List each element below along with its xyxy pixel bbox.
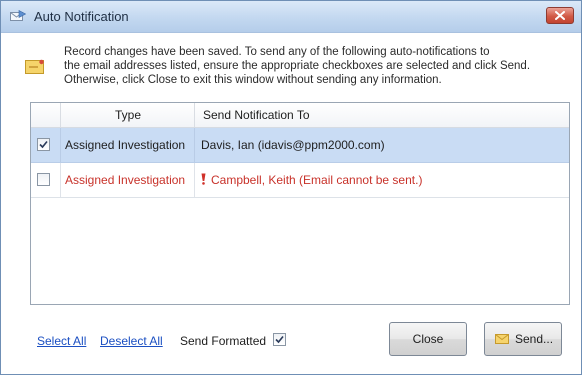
send-formatted-checkbox[interactable]: [273, 333, 286, 346]
row-recipient-cell: Campbell, Keith (Email cannot be sent.): [201, 163, 422, 197]
row-checkbox[interactable]: [37, 138, 50, 151]
notification-grid: Type Send Notification To Assigned Inves…: [30, 102, 570, 305]
title-bar[interactable]: Auto Notification: [1, 1, 581, 33]
column-divider: [194, 103, 195, 127]
column-divider: [60, 128, 61, 162]
auto-notification-dialog: Auto Notification Record changes have be…: [0, 0, 582, 375]
window-close-button[interactable]: [546, 7, 574, 24]
send-formatted-label: Send Formatted: [180, 334, 267, 348]
checkmark-icon: [39, 140, 48, 149]
close-button-label: Close: [412, 332, 444, 346]
table-row[interactable]: Assigned Investigation Campbell, Keith (…: [31, 163, 569, 198]
table-row[interactable]: Assigned Investigation Davis, Ian (idavi…: [31, 128, 569, 163]
column-divider: [194, 163, 195, 197]
row-recipient: Davis, Ian (idavis@ppm2000.com): [201, 138, 385, 152]
deselect-all-link[interactable]: Deselect All: [100, 334, 163, 348]
row-checkbox[interactable]: [37, 173, 50, 186]
row-type: Assigned Investigation: [65, 138, 186, 152]
window-title: Auto Notification: [34, 9, 129, 24]
message-line: Otherwise, click Close to exit this wind…: [64, 74, 442, 86]
column-divider: [60, 103, 61, 127]
close-icon: [555, 11, 565, 20]
envelope-icon: [495, 334, 509, 344]
grid-header: Type Send Notification To: [31, 103, 569, 128]
send-button[interactable]: Send...: [484, 322, 562, 356]
mail-arrow-icon: [10, 10, 26, 21]
select-all-link[interactable]: Select All: [37, 334, 86, 348]
close-button[interactable]: Close: [389, 322, 467, 356]
column-divider: [194, 128, 195, 162]
send-button-label: Send...: [515, 332, 554, 346]
email-note-icon: [25, 59, 44, 74]
row-recipient: Campbell, Keith (Email cannot be sent.): [211, 173, 423, 187]
checkmark-icon: [275, 335, 284, 344]
column-header-send-to[interactable]: Send Notification To: [203, 103, 310, 127]
message-line: Record changes have been saved. To send …: [64, 46, 490, 58]
column-header-type[interactable]: Type: [115, 103, 141, 127]
exclamation-icon: [201, 173, 206, 185]
column-divider: [60, 163, 61, 197]
instruction-message: Record changes have been saved. To send …: [64, 45, 564, 87]
row-type: Assigned Investigation: [65, 173, 186, 187]
message-line: the email addresses listed, ensure the a…: [64, 60, 531, 72]
